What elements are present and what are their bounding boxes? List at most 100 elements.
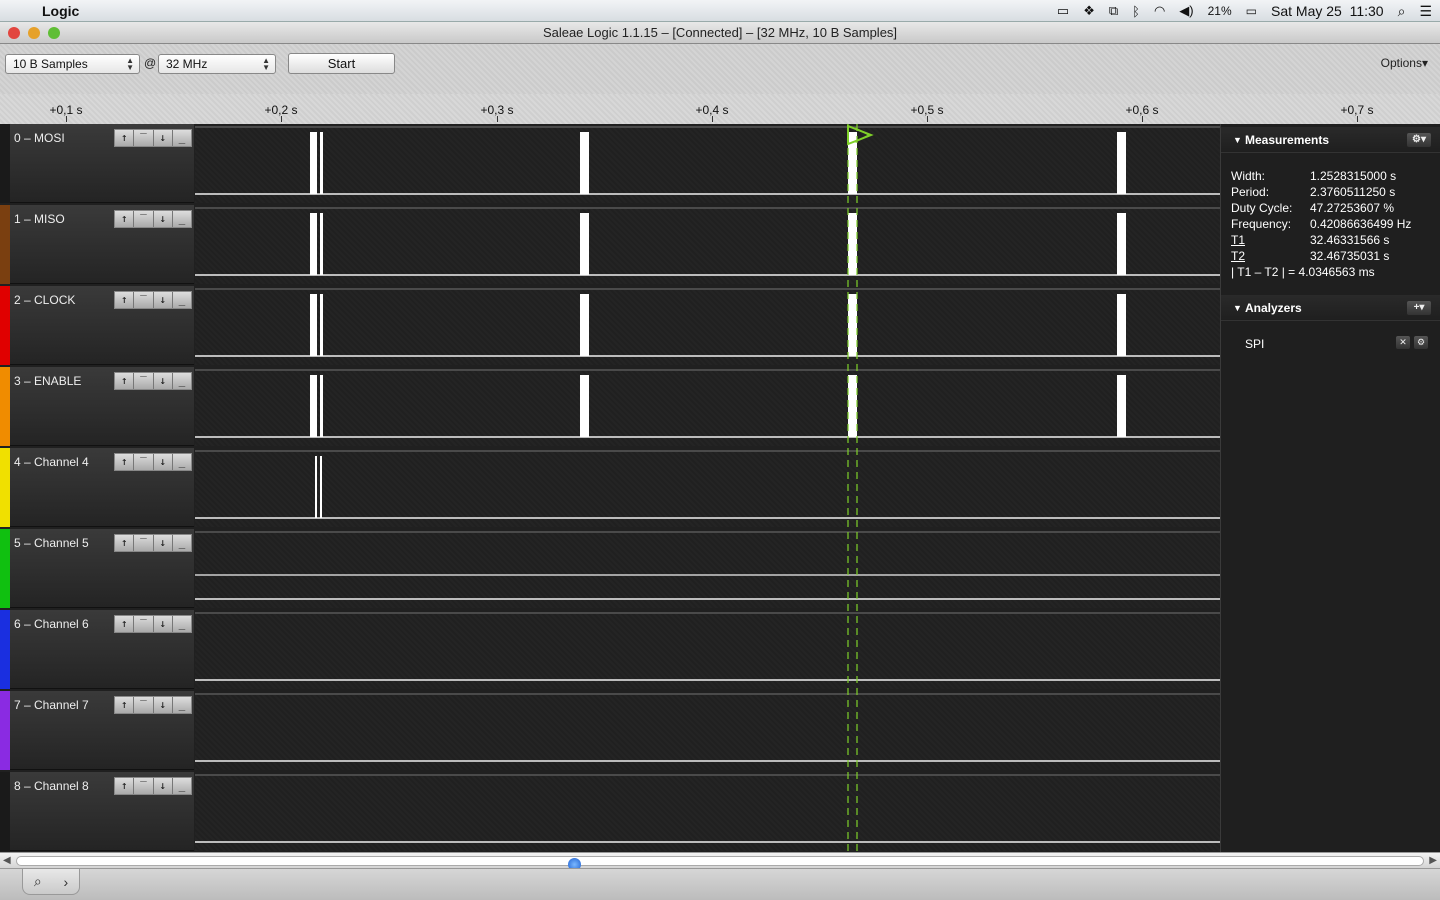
- trigger-rising-edge-button[interactable]: ↑: [115, 373, 135, 389]
- expand-arrow-icon[interactable]: ›: [63, 874, 68, 890]
- trigger-rising-edge-button[interactable]: ↑: [115, 211, 135, 227]
- spotlight-icon[interactable]: ⌕: [1398, 3, 1406, 20]
- channel-label[interactable]: 8 – Channel 8 ↑ ‾ ↓ _: [0, 772, 194, 851]
- search-tab[interactable]: ⌕ ›: [22, 869, 80, 895]
- minimize-window-button[interactable]: [28, 27, 40, 39]
- trigger-rising-edge-button[interactable]: ↑: [115, 697, 135, 713]
- channel-label[interactable]: 3 – ENABLE ↑ ‾ ↓ _: [0, 367, 194, 446]
- dropbox-icon[interactable]: ❖: [1083, 3, 1095, 19]
- trace-pulse: [320, 213, 323, 275]
- ruler-tick: +0,5 s: [910, 103, 944, 117]
- trigger-falling-edge-button[interactable]: ↓: [153, 454, 173, 470]
- measurements-title: Measurements: [1245, 133, 1330, 147]
- trigger-rising-edge-button[interactable]: ↑: [115, 454, 135, 470]
- scroll-left-icon[interactable]: ◀: [3, 855, 11, 866]
- app-menu-name[interactable]: Logic: [42, 3, 79, 19]
- measurement-row-t1[interactable]: T1 32.46331566 s: [1231, 233, 1389, 247]
- trigger-high-button[interactable]: ‾: [134, 292, 154, 308]
- wifi-icon[interactable]: ◠: [1154, 3, 1165, 19]
- horizontal-scrollbar[interactable]: ◀ ▶: [0, 852, 1440, 871]
- trigger-high-button[interactable]: ‾: [134, 373, 154, 389]
- channel-label[interactable]: 1 – MISO ↑ ‾ ↓ _: [0, 205, 194, 284]
- trigger-high-button[interactable]: ‾: [134, 454, 154, 470]
- trigger-high-button[interactable]: ‾: [134, 697, 154, 713]
- trigger-falling-edge-button[interactable]: ↓: [153, 616, 173, 632]
- bluetooth-icon[interactable]: ᛒ: [1132, 4, 1140, 19]
- trigger-low-button[interactable]: _: [172, 211, 191, 227]
- channel-label[interactable]: 0 – MOSI ↑ ‾ ↓ _: [0, 124, 194, 203]
- sync-icon[interactable]: ⧉: [1109, 3, 1118, 19]
- trigger-buttons: ↑ ‾ ↓ _: [114, 291, 192, 309]
- add-analyzer-icon[interactable]: +▾: [1407, 301, 1431, 315]
- trigger-low-button[interactable]: _: [172, 373, 191, 389]
- trigger-falling-edge-button[interactable]: ↓: [153, 130, 173, 146]
- options-button[interactable]: Options▾: [1381, 56, 1428, 70]
- samples-value: 10 B Samples: [13, 57, 88, 71]
- trigger-falling-edge-button[interactable]: ↓: [153, 211, 173, 227]
- trigger-low-button[interactable]: _: [172, 697, 191, 713]
- disclosure-triangle-icon[interactable]: ▼: [1233, 295, 1242, 321]
- trigger-falling-edge-button[interactable]: ↓: [153, 778, 173, 794]
- measurement-row: Width: 1.2528315000 s: [1231, 169, 1397, 183]
- disclosure-triangle-icon[interactable]: ▼: [1233, 127, 1242, 153]
- volume-icon[interactable]: ◀): [1179, 3, 1193, 19]
- trigger-low-button[interactable]: _: [172, 778, 191, 794]
- gear-icon[interactable]: ⚙▾: [1407, 133, 1431, 147]
- sample-rate-select[interactable]: 32 MHz ▲ ▼: [158, 54, 276, 74]
- trace-pulse: [848, 294, 857, 356]
- analyzers-header[interactable]: ▼ Analyzers +▾: [1221, 295, 1440, 321]
- trigger-buttons: ↑ ‾ ↓ _: [114, 696, 192, 714]
- trigger-low-button[interactable]: _: [172, 292, 191, 308]
- trigger-low-button[interactable]: _: [172, 454, 191, 470]
- channel-label[interactable]: 6 – Channel 6 ↑ ‾ ↓ _: [0, 610, 194, 689]
- trigger-falling-edge-button[interactable]: ↓: [153, 292, 173, 308]
- channel-label[interactable]: 7 – Channel 7 ↑ ‾ ↓ _: [0, 691, 194, 770]
- trigger-high-button[interactable]: ‾: [134, 130, 154, 146]
- channel-name: 2 – CLOCK: [14, 293, 76, 307]
- scroll-right-icon[interactable]: ▶: [1429, 855, 1437, 866]
- channel-color-swatch: [0, 448, 10, 527]
- trigger-low-button[interactable]: _: [172, 616, 191, 632]
- measurements-header[interactable]: ▼ Measurements ⚙▾: [1221, 127, 1440, 153]
- trace-pulse: [848, 213, 857, 275]
- airplay-icon[interactable]: ▭: [1057, 3, 1069, 19]
- start-button[interactable]: Start: [288, 53, 395, 74]
- trigger-rising-edge-button[interactable]: ↑: [115, 778, 135, 794]
- trigger-falling-edge-button[interactable]: ↓: [153, 535, 173, 551]
- search-icon[interactable]: ⌕: [34, 873, 42, 890]
- samples-select[interactable]: 10 B Samples ▲ ▼: [5, 54, 140, 74]
- battery-percent[interactable]: 21%: [1208, 4, 1232, 18]
- close-window-button[interactable]: [8, 27, 20, 39]
- gear-icon[interactable]: ⚙: [1414, 336, 1428, 349]
- scroll-track[interactable]: [16, 856, 1424, 871]
- notification-center-icon[interactable]: ☰: [1419, 3, 1432, 20]
- zoom-window-button[interactable]: [48, 27, 60, 39]
- channel-trace: [195, 375, 1220, 438]
- analyzer-spi[interactable]: SPI: [1245, 337, 1264, 351]
- clock[interactable]: Sat May 25 11:30: [1271, 3, 1384, 19]
- right-panel: ▼ Measurements ⚙▾ Width: 1.2528315000 s P…: [1220, 124, 1440, 852]
- trigger-rising-edge-button[interactable]: ↑: [115, 616, 135, 632]
- trigger-rising-edge-button[interactable]: ↑: [115, 130, 135, 146]
- close-icon[interactable]: ✕: [1396, 336, 1410, 349]
- battery-icon[interactable]: ▭: [1246, 4, 1257, 18]
- ruler-tick: +0,1 s: [49, 103, 83, 117]
- trigger-rising-edge-button[interactable]: ↑: [115, 535, 135, 551]
- time-ruler[interactable]: +0,1 s +0,2 s +0,3 s +0,4 s +0,5 s +0,6 …: [0, 94, 1440, 124]
- trigger-rising-edge-button[interactable]: ↑: [115, 292, 135, 308]
- waveform-canvas[interactable]: [195, 124, 1220, 852]
- trigger-low-button[interactable]: _: [172, 130, 191, 146]
- measurement-row-t2[interactable]: T2 32.46735031 s: [1231, 249, 1389, 263]
- channel-label[interactable]: 4 – Channel 4 ↑ ‾ ↓ _: [0, 448, 194, 527]
- channel-label[interactable]: 5 – Channel 5 ↑ ‾ ↓ _: [0, 529, 194, 608]
- trigger-falling-edge-button[interactable]: ↓: [153, 697, 173, 713]
- trigger-buttons: ↑ ‾ ↓ _: [114, 777, 192, 795]
- trigger-falling-edge-button[interactable]: ↓: [153, 373, 173, 389]
- channel-label[interactable]: 2 – CLOCK ↑ ‾ ↓ _: [0, 286, 194, 365]
- trigger-high-button[interactable]: ‾: [134, 211, 154, 227]
- trigger-high-button[interactable]: ‾: [134, 778, 154, 794]
- trigger-low-button[interactable]: _: [172, 535, 191, 551]
- ruler-tick-mark: [281, 116, 282, 122]
- trigger-high-button[interactable]: ‾: [134, 616, 154, 632]
- trigger-high-button[interactable]: ‾: [134, 535, 154, 551]
